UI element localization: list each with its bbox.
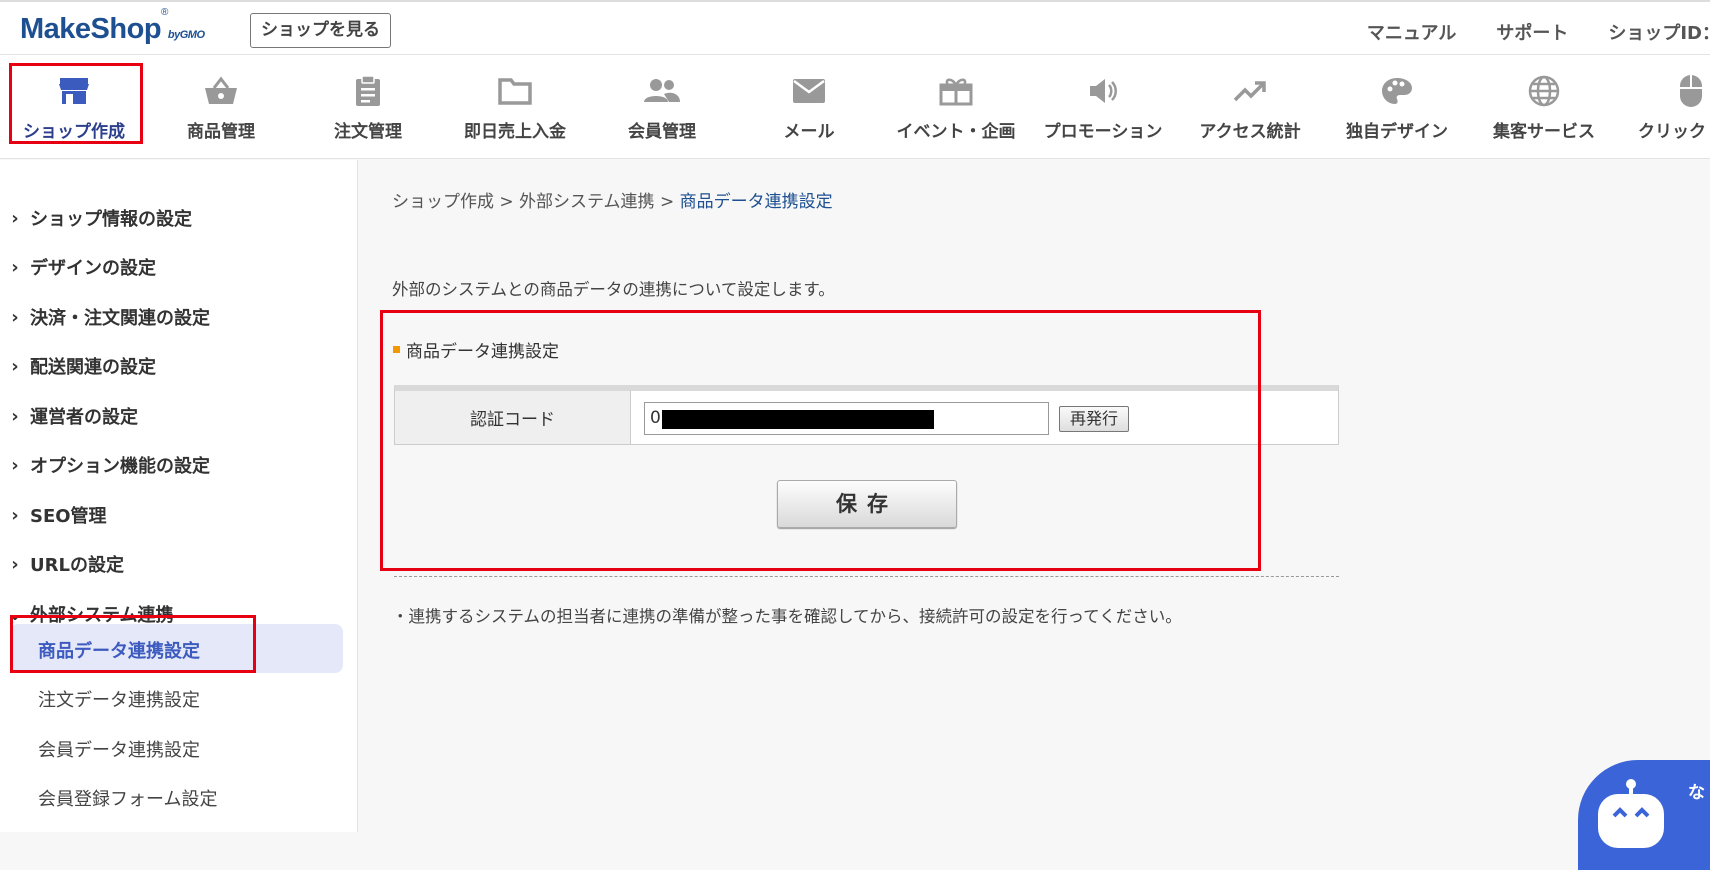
chevron-right-icon: › (11, 256, 19, 278)
nav-label: 会員管理 (628, 122, 696, 142)
auth-code-label: 認証コード (395, 391, 631, 444)
nav-label: 即日売上入金 (464, 122, 566, 142)
sidebar-item-seo[interactable]: › SEO管理 (10, 500, 107, 530)
top-header: MakeShop® byGMO ショップを見る マニュアル サポート ショップID… (0, 0, 1710, 55)
makeshop-logo[interactable]: MakeShop® byGMO (20, 7, 205, 46)
chevron-right-icon: › (11, 355, 19, 377)
reissue-button[interactable]: 再発行 (1059, 406, 1130, 432)
nav-click[interactable]: クリック (1618, 55, 1710, 159)
nav-marketing[interactable]: 集客サービス (1471, 55, 1617, 159)
sidebar-item-options[interactable]: › オプション機能の設定 (10, 450, 210, 480)
logo-registered: ® (161, 7, 168, 19)
orange-square-icon (393, 346, 400, 353)
sidebar-item-label: デザインの設定 (30, 258, 156, 279)
nav-design[interactable]: 独自デザイン (1324, 55, 1470, 159)
nav-label: 集客サービス (1493, 122, 1595, 142)
breadcrumb-shop-create[interactable]: ショップ作成 (392, 192, 494, 212)
auth-code-field[interactable]: 0 (644, 402, 1049, 435)
palette-icon (1377, 73, 1417, 109)
sidebar-sub-order-data[interactable]: 注文データ連携設定 (38, 686, 200, 712)
chevron-right-icon: › (11, 405, 19, 427)
sidebar-item-design[interactable]: › デザインの設定 (10, 252, 156, 282)
nav-label: 注文管理 (334, 122, 402, 142)
redaction-bar (662, 410, 934, 429)
nav-analytics[interactable]: アクセス統計 (1177, 55, 1323, 159)
nav-label: 商品管理 (187, 122, 255, 142)
sidebar-item-label: 運営者の設定 (30, 407, 138, 428)
gift-icon (936, 73, 976, 109)
nav-label: ショップ作成 (23, 122, 125, 142)
sidebar-sub-member-form[interactable]: 会員登録フォーム設定 (38, 785, 217, 811)
chevron-right-icon: › (11, 306, 19, 328)
chevron-right-icon: › (11, 207, 19, 229)
logo-gmo: byGMO (167, 29, 205, 41)
breadcrumb-external[interactable]: 外部システム連携 (519, 192, 655, 212)
connection-note: ・連携するシステムの担当者に連携の準備が整った事を確認してから、接続許可の設定を… (392, 607, 1182, 626)
robot-icon (1598, 779, 1664, 848)
nav-label: アクセス統計 (1199, 122, 1301, 142)
chevron-right-icon: › (11, 504, 19, 526)
chevron-right-icon: › (11, 553, 19, 575)
logo-text: MakeShop (20, 13, 162, 45)
chevron-down-icon: ⌄ (7, 603, 23, 625)
view-shop-button[interactable]: ショップを見る (250, 13, 391, 48)
divider (394, 576, 1339, 577)
sidebar-item-label: オプション機能の設定 (30, 456, 210, 477)
breadcrumb-separator: > (494, 192, 520, 212)
sidebar-item-url[interactable]: › URLの設定 (10, 549, 124, 579)
nav-promotion[interactable]: プロモーション (1030, 55, 1176, 159)
sidebar: › ショップ情報の設定 › デザインの設定 › 決済・注文関連の設定 › 配送関連の設定… (0, 160, 358, 832)
sidebar-item-label: 配送関連の設定 (30, 357, 156, 378)
nav-products[interactable]: 商品管理 (148, 55, 294, 159)
manual-link[interactable]: マニュアル (1367, 19, 1456, 45)
chevron-right-icon: › (11, 454, 19, 476)
section-title-text: 商品データ連携設定 (406, 342, 559, 362)
save-button[interactable]: 保存 (777, 480, 957, 528)
mail-icon (789, 73, 829, 109)
chatbot-text: な (1688, 783, 1705, 803)
sidebar-sub-member-data[interactable]: 会員データ連携設定 (38, 736, 200, 762)
basket-icon (201, 73, 241, 109)
page-description: 外部のシステムとの商品データの連携について設定します。 (392, 280, 835, 299)
speaker-icon (1083, 73, 1123, 109)
trend-icon (1230, 73, 1270, 109)
header-links: マニュアル サポート ショップID： (1367, 19, 1710, 45)
sidebar-sub-product-data[interactable]: 商品データ連携設定 (38, 637, 200, 663)
nav-shop-create[interactable]: ショップ作成 (1, 55, 147, 159)
chatbot-widget[interactable]: な (1578, 760, 1710, 870)
sidebar-item-label: 決済・注文関連の設定 (30, 308, 210, 329)
sidebar-item-label: URLの設定 (30, 555, 124, 576)
sidebar-item-operator[interactable]: › 運営者の設定 (10, 401, 138, 431)
auth-code-value: 0 (650, 408, 661, 428)
clipboard-icon (348, 73, 388, 109)
store-icon (54, 73, 94, 109)
breadcrumb: ショップ作成 > 外部システム連携 > 商品データ連携設定 (392, 187, 833, 212)
settings-table: 認証コード 0 再発行 (394, 385, 1339, 445)
sidebar-item-shipping[interactable]: › 配送関連の設定 (10, 351, 156, 381)
folder-icon (495, 73, 535, 109)
breadcrumb-current: 商品データ連携設定 (679, 192, 833, 212)
sidebar-item-label: SEO管理 (30, 506, 107, 527)
nav-sales[interactable]: 即日売上入金 (442, 55, 588, 159)
main-nav: ショップ作成 商品管理 注文管理 即日売上入金 会員管理 メール イベント・企画… (0, 55, 1710, 159)
mouse-icon (1671, 73, 1710, 109)
sidebar-item-payment[interactable]: › 決済・注文関連の設定 (10, 302, 210, 332)
section-title: 商品データ連携設定 (393, 337, 559, 362)
support-link[interactable]: サポート (1496, 19, 1568, 45)
sidebar-item-label: ショップ情報の設定 (30, 209, 192, 230)
nav-orders[interactable]: 注文管理 (295, 55, 441, 159)
nav-events[interactable]: イベント・企画 (883, 55, 1029, 159)
nav-label: 独自デザイン (1346, 122, 1448, 142)
nav-label: イベント・企画 (896, 122, 1016, 142)
nav-label: クリック (1638, 122, 1706, 142)
shop-id-link[interactable]: ショップID： (1608, 19, 1710, 45)
nav-label: プロモーション (1043, 122, 1163, 142)
breadcrumb-separator: > (654, 192, 680, 212)
globe-icon (1524, 73, 1564, 109)
nav-mail[interactable]: メール (736, 55, 882, 159)
nav-label: メール (783, 122, 835, 142)
sidebar-item-shop-info[interactable]: › ショップ情報の設定 (10, 203, 192, 233)
users-icon (642, 73, 682, 109)
nav-members[interactable]: 会員管理 (589, 55, 735, 159)
